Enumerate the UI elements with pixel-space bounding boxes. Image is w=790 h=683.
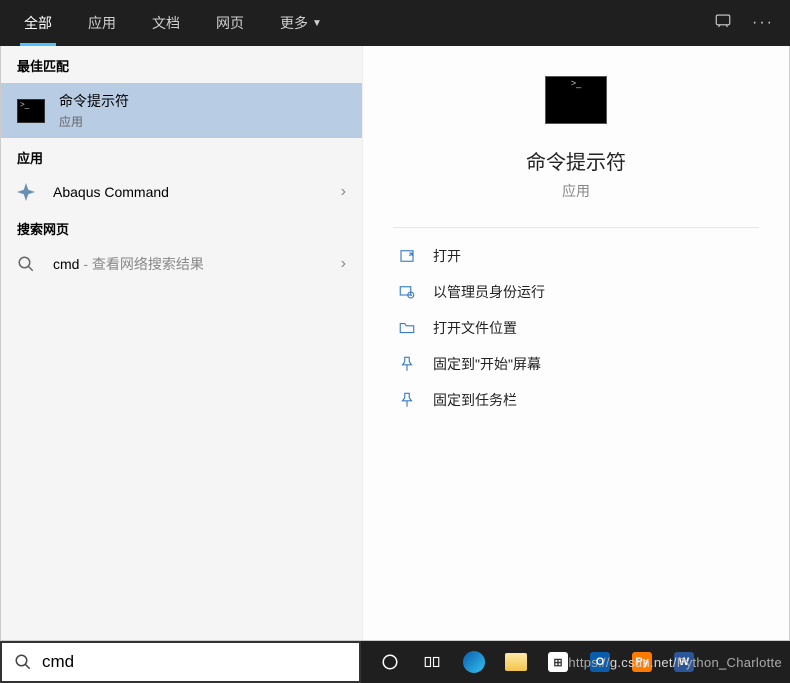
result-subtitle: 应用 xyxy=(59,113,346,130)
web-result-cmd[interactable]: cmd - 查看网络搜索结果 › xyxy=(1,246,362,282)
task-view-button[interactable] xyxy=(411,641,453,683)
action-open-label: 打开 xyxy=(433,246,461,266)
search-icon xyxy=(17,255,35,273)
edge-button[interactable] xyxy=(453,641,495,683)
folder-icon xyxy=(397,318,417,338)
search-header-bar: 全部 应用 文档 网页 更多 ▼ ··· xyxy=(0,0,790,46)
result-info: 命令提示符 应用 xyxy=(59,91,346,130)
feedback-icon[interactable] xyxy=(714,12,732,35)
chevron-right-icon: › xyxy=(341,255,346,273)
search-results-main: 最佳匹配 >_ 命令提示符 应用 应用 Abaqus Command › 搜索网… xyxy=(0,46,790,641)
more-options-icon[interactable]: ··· xyxy=(752,14,774,32)
open-icon xyxy=(397,246,417,266)
file-explorer-icon xyxy=(505,653,527,671)
explorer-button[interactable] xyxy=(495,641,537,683)
watermark-text: https://g.csdn.net/Python_Charlotte xyxy=(568,655,782,670)
pin-icon xyxy=(397,354,417,374)
action-pin-start[interactable]: 固定到"开始"屏幕 xyxy=(393,346,759,382)
cmd-icon: >_ xyxy=(17,99,45,123)
results-list-panel: 最佳匹配 >_ 命令提示符 应用 应用 Abaqus Command › 搜索网… xyxy=(1,46,362,640)
app-result-title: Abaqus Command xyxy=(53,184,341,200)
action-run-admin-label: 以管理员身份运行 xyxy=(433,282,545,302)
best-match-header: 最佳匹配 xyxy=(1,46,362,83)
search-input[interactable] xyxy=(42,652,347,672)
web-section-header: 搜索网页 xyxy=(1,209,362,246)
search-box[interactable] xyxy=(0,641,361,683)
bottom-bar: ⊞ O Py W https://g.csdn.net/Python_Charl… xyxy=(0,641,790,683)
action-pin-taskbar[interactable]: 固定到任务栏 xyxy=(393,382,759,418)
abaqus-icon xyxy=(17,183,35,201)
action-list: 打开 以管理员身份运行 打开文件位置 固定到"开始"屏幕 固定到任务栏 xyxy=(393,238,759,418)
chevron-right-icon: › xyxy=(341,183,346,201)
action-open-location[interactable]: 打开文件位置 xyxy=(393,310,759,346)
tab-web[interactable]: 网页 xyxy=(198,0,262,46)
action-pin-taskbar-label: 固定到任务栏 xyxy=(433,390,517,410)
action-open-location-label: 打开文件位置 xyxy=(433,318,517,338)
web-result-suffix: - 查看网络搜索结果 xyxy=(79,256,203,272)
action-open[interactable]: 打开 xyxy=(393,238,759,274)
header-actions: ··· xyxy=(714,12,784,35)
app-result-abaqus[interactable]: Abaqus Command › xyxy=(1,175,362,209)
tab-documents[interactable]: 文档 xyxy=(134,0,198,46)
tab-apps[interactable]: 应用 xyxy=(70,0,134,46)
filter-tabs: 全部 应用 文档 网页 更多 ▼ xyxy=(6,0,332,46)
action-run-admin[interactable]: 以管理员身份运行 xyxy=(393,274,759,310)
action-pin-start-label: 固定到"开始"屏幕 xyxy=(433,354,541,374)
separator xyxy=(393,227,759,228)
preview-subtitle: 应用 xyxy=(393,181,759,201)
tab-more[interactable]: 更多 ▼ xyxy=(262,0,332,46)
tab-all[interactable]: 全部 xyxy=(6,0,70,46)
preview-panel: >_ 命令提示符 应用 打开 以管理员身份运行 打开文件位置 固定到"开始"屏幕 xyxy=(362,46,789,640)
preview-header: >_ 命令提示符 应用 xyxy=(393,66,759,201)
pin-icon xyxy=(397,390,417,410)
cmd-large-icon: >_ xyxy=(545,76,607,124)
apps-section-header: 应用 xyxy=(1,138,362,175)
admin-icon xyxy=(397,282,417,302)
tab-more-label: 更多 xyxy=(280,13,308,33)
store-icon: ⊞ xyxy=(548,652,568,672)
cortana-button[interactable] xyxy=(369,641,411,683)
best-match-result[interactable]: >_ 命令提示符 应用 xyxy=(1,83,362,138)
search-icon xyxy=(14,653,32,671)
edge-icon xyxy=(463,651,485,673)
taskbar: ⊞ O Py W https://g.csdn.net/Python_Charl… xyxy=(361,641,790,683)
chevron-down-icon: ▼ xyxy=(312,18,322,29)
web-result-query: cmd xyxy=(53,256,79,272)
result-title: 命令提示符 xyxy=(59,91,346,111)
preview-title: 命令提示符 xyxy=(393,146,759,175)
